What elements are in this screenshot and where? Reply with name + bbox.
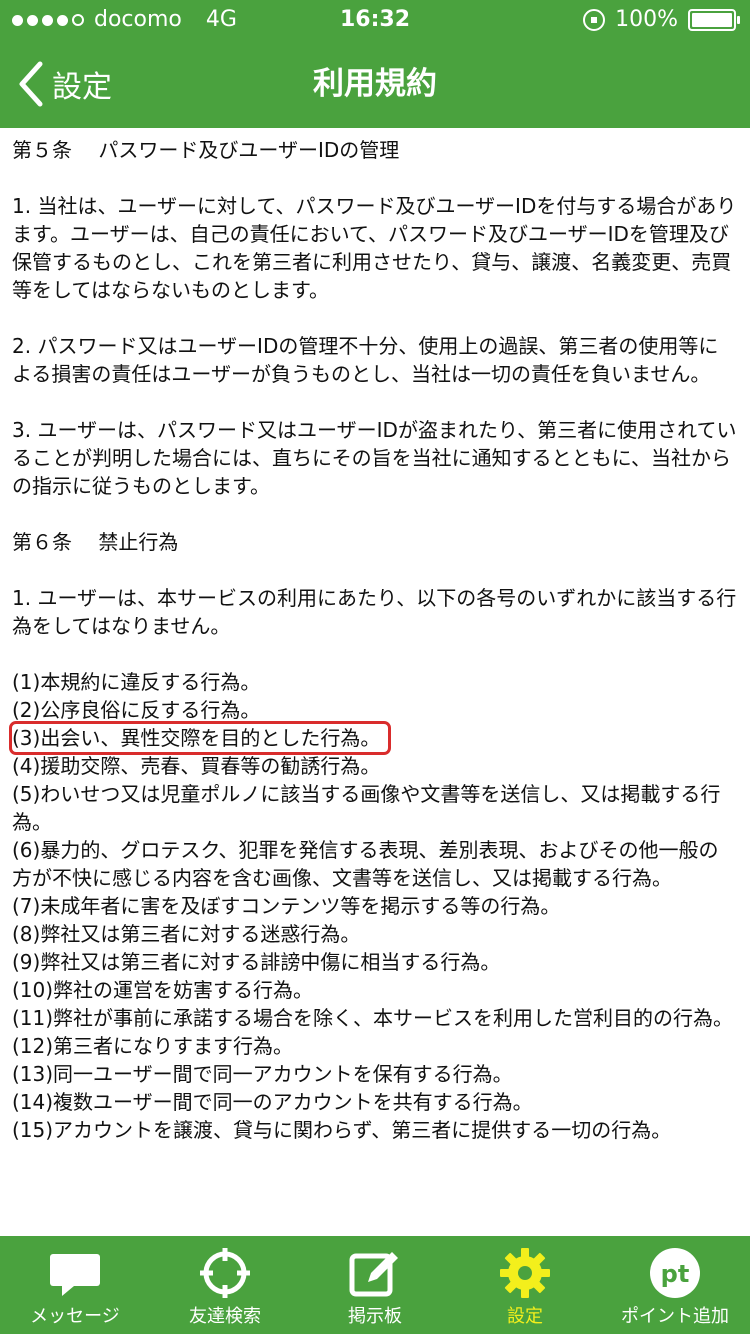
tab-friend-search[interactable]: 友達検索 <box>150 1236 300 1334</box>
battery-icon <box>688 9 740 31</box>
article-5-title: 第５条 パスワード及びユーザーIDの管理 <box>12 138 400 162</box>
crosshair-icon <box>200 1248 250 1298</box>
list-item: (2)公序良俗に反する行為。 <box>12 698 261 722</box>
list-item: (11)弊社が事前に承諾する場合を除く、本サービスを利用した営利目的の行為。 <box>12 1006 734 1030</box>
tab-settings[interactable]: 設定 <box>450 1236 600 1334</box>
tab-messages[interactable]: メッセージ <box>0 1236 150 1334</box>
status-bar: docomo 4G 16:32 100% <box>0 0 750 40</box>
tab-label: ポイント追加 <box>621 1306 729 1327</box>
list-item: (4)援助交際、売春、買春等の勧誘行為。 <box>12 754 381 778</box>
list-item: (8)弊社又は第三者に対する迷惑行為。 <box>12 922 361 946</box>
page-title: 利用規約 <box>313 66 437 102</box>
article-6-title: 第６条 禁止行為 <box>12 530 179 554</box>
highlighted-list-item: (3)出会い、異性交際を目的とした行為。 <box>8 721 392 755</box>
list-item: (15)アカウントを譲渡、貸与に関わらず、第三者に提供する一切の行為。 <box>12 1118 672 1142</box>
battery-percent: 100% <box>615 7 678 32</box>
list-item: (12)第三者になりすます行為。 <box>12 1034 294 1058</box>
list-item: (1)本規約に違反する行為。 <box>12 670 261 694</box>
navigation-bar: 設定 利用規約 <box>0 40 750 128</box>
tab-bar: メッセージ 友達検索 掲示板 設定 pt ポイント追加 <box>0 1236 750 1334</box>
tab-label: メッセージ <box>30 1306 120 1327</box>
points-pt-icon: pt <box>650 1248 700 1298</box>
list-item: (7)未成年者に害を及ぼすコンテンツ等を掲示する等の行為。 <box>12 894 561 918</box>
article-6-clause-1: 1. ユーザーは、本サービスの利用にあたり、以下の各号のいずれかに該当する行為を… <box>12 586 737 638</box>
list-item: (6)暴力的、グロテスク、犯罪を発信する表現、差別表現、およびその他一般の方が不… <box>12 838 719 890</box>
tab-label: 掲示板 <box>348 1306 402 1327</box>
article-5-clause-1: 1. 当社は、ユーザーに対して、パスワード及びユーザーIDを付与する場合がありま… <box>12 194 737 302</box>
list-item: (9)弊社又は第三者に対する誹謗中傷に相当する行為。 <box>12 950 501 974</box>
message-bubble-icon <box>50 1254 100 1296</box>
tab-board[interactable]: 掲示板 <box>300 1236 450 1334</box>
orientation-lock-icon <box>583 9 606 31</box>
tab-add-points[interactable]: pt ポイント追加 <box>600 1236 750 1334</box>
prohibited-acts-list: (1)本規約に違反する行為。 (2)公序良俗に反する行為。 (3)出会い、異性交… <box>8 668 738 1144</box>
svg-text:pt: pt <box>661 1260 690 1288</box>
list-item: (14)複数ユーザー間で同一のアカウントを共有する行為。 <box>12 1090 533 1114</box>
article-5-clause-2: 2. パスワード又はユーザーIDの管理不十分、使用上の過誤、第三者の使用等による… <box>12 334 719 386</box>
list-item: (13)同一ユーザー間で同一アカウントを保有する行為。 <box>12 1062 513 1086</box>
tab-label: 設定 <box>507 1306 543 1327</box>
list-item: (5)わいせつ又は児童ポルノに該当する画像や文書等を送信し、又は掲載する行為。 <box>12 782 721 834</box>
gear-icon <box>500 1248 550 1298</box>
tab-label: 友達検索 <box>189 1306 261 1327</box>
article-5-clause-3: 3. ユーザーは、パスワード又はユーザーIDが盗まれたり、第三者に使用されている… <box>12 418 737 498</box>
list-item: (10)弊社の運営を妨害する行為。 <box>12 978 314 1002</box>
header: docomo 4G 16:32 100% 設定 利用規約 <box>0 0 750 128</box>
terms-content[interactable]: 第５条 パスワード及びユーザーIDの管理 1. 当社は、ユーザーに対して、パスワ… <box>0 128 750 1236</box>
status-right: 100% <box>583 0 740 40</box>
edit-board-icon <box>349 1252 398 1297</box>
